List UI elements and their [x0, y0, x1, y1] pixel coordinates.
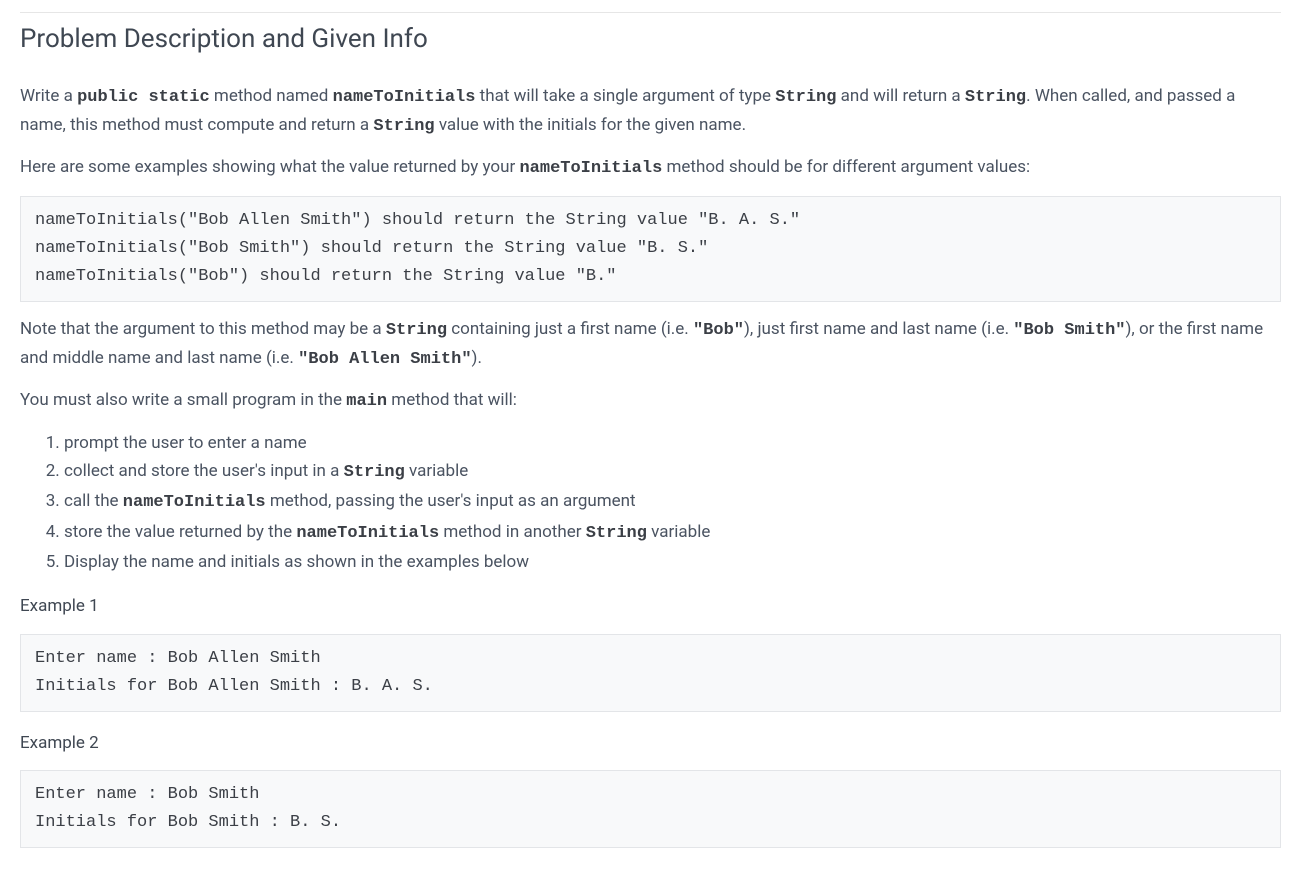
text: containing just a first name (i.e.: [447, 319, 693, 339]
text: You must also write a small program in t…: [20, 390, 346, 410]
note-paragraph: Note that the argument to this method ma…: [20, 316, 1281, 373]
text: value with the initials for the given na…: [435, 115, 746, 135]
code-type-string: String: [586, 524, 647, 543]
code-type-string: String: [775, 88, 836, 107]
list-item: collect and store the user's input in a …: [64, 458, 1281, 486]
code-literal: "Bob Allen Smith": [298, 350, 471, 369]
section-title: Problem Description and Given Info: [20, 12, 1281, 59]
text: store the value returned by the: [64, 522, 296, 542]
text: ), just first name and last name (i.e.: [744, 319, 1013, 339]
text: ).: [472, 348, 482, 368]
example-1-block: Enter name : Bob Allen Smith Initials fo…: [20, 634, 1281, 712]
text: Write a: [20, 86, 77, 106]
examples-lead: Here are some examples showing what the …: [20, 154, 1281, 182]
text: method in another: [439, 522, 586, 542]
code-block-examples: nameToInitials("Bob Allen Smith") should…: [20, 196, 1281, 302]
main-requirement: You must also write a small program in t…: [20, 387, 1281, 415]
code-public-static: public static: [77, 88, 210, 107]
text: method should be for different argument …: [662, 157, 1030, 177]
text: and will return a: [836, 86, 964, 106]
text: that will take a single argument of type: [475, 86, 775, 106]
code-method-name: nameToInitials: [123, 493, 266, 512]
text: prompt the user to enter a name: [64, 433, 307, 453]
example-2-label: Example 2: [20, 730, 1281, 756]
code-type-string: String: [344, 463, 405, 482]
code-literal: "Bob Smith": [1013, 321, 1125, 340]
code-type-string: String: [373, 117, 434, 136]
code-type-string: String: [965, 88, 1026, 107]
text: Here are some examples showing what the …: [20, 157, 519, 177]
steps-list: prompt the user to enter a name collect …: [20, 430, 1281, 576]
example-1-label: Example 1: [20, 593, 1281, 619]
code-type-string: String: [386, 321, 447, 340]
code-main: main: [346, 392, 387, 411]
list-item: Display the name and initials as shown i…: [64, 549, 1281, 575]
text: Note that the argument to this method ma…: [20, 319, 386, 339]
list-item: store the value returned by the nameToIn…: [64, 519, 1281, 547]
list-item: call the nameToInitials method, passing …: [64, 488, 1281, 516]
code-method-name: nameToInitials: [296, 524, 439, 543]
text: method named: [210, 86, 333, 106]
text: Display the name and initials as shown i…: [64, 552, 529, 572]
text: method that will:: [387, 390, 517, 410]
code-method-name: nameToInitials: [519, 159, 662, 178]
intro-paragraph: Write a public static method named nameT…: [20, 83, 1281, 140]
text: variable: [405, 461, 468, 481]
text: collect and store the user's input in a: [64, 461, 344, 481]
text: call the: [64, 491, 123, 511]
text: method, passing the user's input as an a…: [266, 491, 636, 511]
list-item: prompt the user to enter a name: [64, 430, 1281, 456]
text: variable: [647, 522, 710, 542]
code-method-name: nameToInitials: [333, 88, 476, 107]
example-2-block: Enter name : Bob Smith Initials for Bob …: [20, 770, 1281, 848]
code-literal: "Bob": [693, 321, 744, 340]
